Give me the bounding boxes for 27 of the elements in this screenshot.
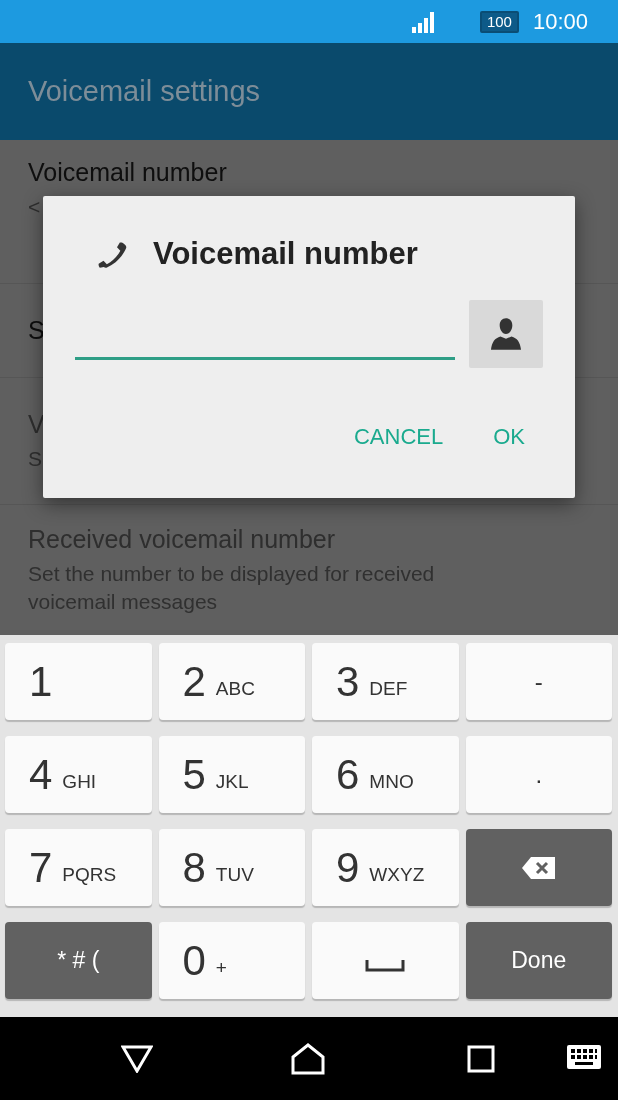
signal-icon (409, 10, 436, 33)
key[interactable]: Done (465, 922, 612, 999)
contact-button[interactable] (468, 300, 543, 368)
space-icon (365, 959, 406, 972)
key[interactable]: 0 + (158, 922, 305, 999)
backspace-icon (520, 855, 557, 880)
key[interactable]: 5 JKL (158, 736, 305, 813)
key[interactable]: 4 GHI (5, 736, 152, 813)
keyboard-icon[interactable] (567, 1045, 601, 1069)
key[interactable]: 1 (5, 643, 152, 720)
key[interactable]: * # ( (5, 922, 152, 999)
key[interactable]: - (465, 643, 612, 720)
key[interactable]: 8 TUV (158, 829, 305, 906)
back-icon[interactable] (121, 1044, 153, 1073)
key[interactable]: 2 ABC (158, 643, 305, 720)
recent-apps-icon[interactable] (467, 1044, 495, 1073)
key[interactable]: 9 WXYZ (312, 829, 459, 906)
screen-title: Voicemail settings (28, 75, 261, 108)
home-icon[interactable] (291, 1042, 325, 1075)
key[interactable]: 3 DEF (312, 643, 459, 720)
dialog-title: Voicemail number (153, 236, 418, 272)
key[interactable]: 6 MNO (312, 736, 459, 813)
clock: 10:00 (532, 8, 588, 35)
key[interactable]: 7 PQRS (5, 829, 152, 906)
battery-icon: 100 (479, 10, 519, 33)
key[interactable]: . (465, 736, 612, 813)
backspace-key[interactable] (465, 829, 612, 906)
